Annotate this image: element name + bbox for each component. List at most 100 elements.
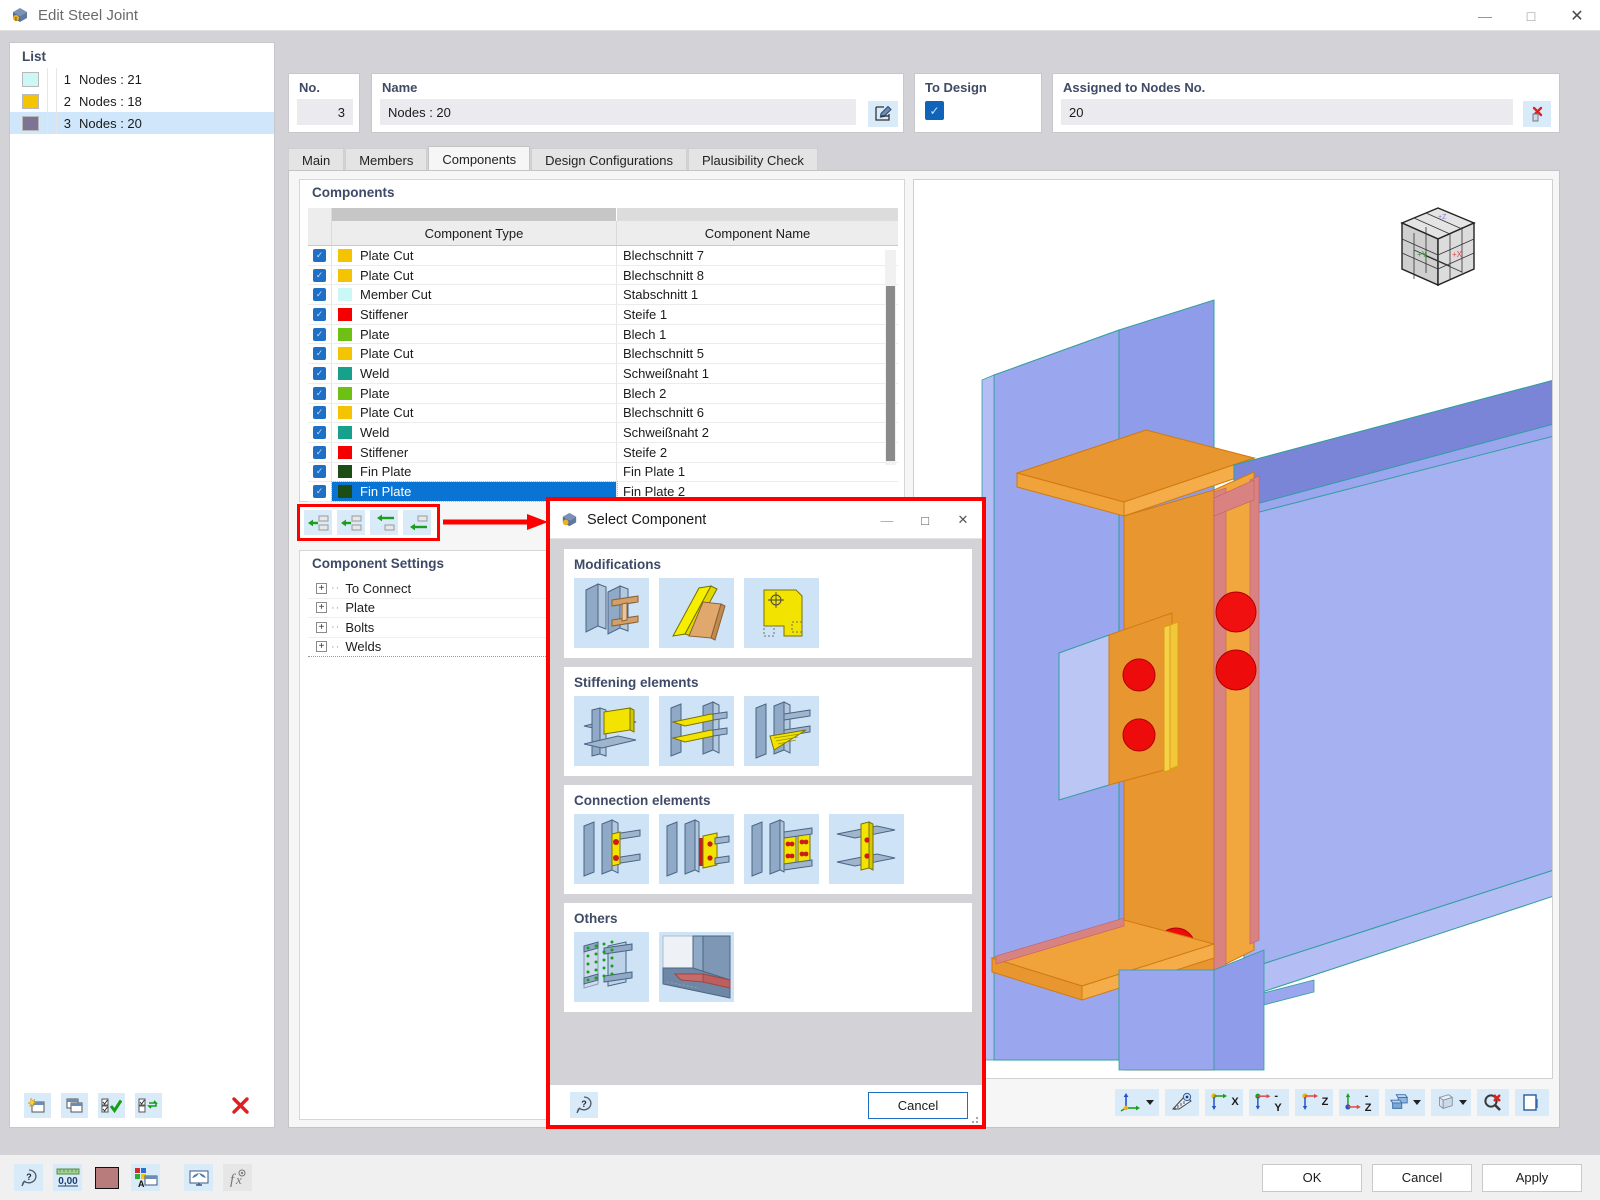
expand-plus-icon[interactable]: + (316, 641, 327, 653)
weld-seam-item[interactable] (659, 932, 734, 1002)
table-row[interactable]: ✓ Plate Cut Blechschnitt 7 (308, 246, 898, 266)
delete-joint-button[interactable] (227, 1093, 254, 1118)
svg-text:+Y: +Y (1417, 250, 1428, 259)
copy-joint-button[interactable] (61, 1092, 88, 1118)
minimize-button[interactable]: — (1462, 0, 1508, 31)
expand-plus-icon[interactable]: + (316, 602, 327, 614)
haunch-item[interactable] (744, 696, 819, 766)
row-checkbox[interactable]: ✓ (308, 265, 332, 285)
view-z-button[interactable]: Z (1295, 1088, 1333, 1116)
fin-plate-item[interactable] (574, 814, 649, 884)
display-properties-button[interactable]: A (131, 1164, 160, 1191)
render-settings-button[interactable] (184, 1164, 213, 1191)
joint-name-input[interactable]: Nodes : 20 (380, 99, 856, 125)
row-checkbox[interactable]: ✓ (308, 403, 332, 423)
tab-plausibility-check[interactable]: Plausibility Check (688, 148, 818, 172)
row-checkbox[interactable]: ✓ (308, 462, 332, 482)
header-component-name[interactable]: Component Name (617, 221, 898, 245)
table-row[interactable]: ✓ Plate Blech 2 (308, 383, 898, 404)
table-row[interactable]: ✓ Stiffener Steife 2 (308, 442, 898, 463)
table-row[interactable]: ✓ Stiffener Steife 1 (308, 305, 898, 325)
tab-components[interactable]: Components (428, 146, 531, 172)
dialog-close-button[interactable]: ✕ (944, 501, 982, 539)
row-checkbox[interactable]: ✓ (308, 246, 332, 265)
row-checkbox[interactable]: ✓ (308, 364, 332, 383)
stiffener-item[interactable] (574, 696, 649, 766)
print-view-button[interactable] (1515, 1088, 1549, 1116)
table-row[interactable]: ✓ Fin Plate Fin Plate 1 (308, 462, 898, 483)
row-checkbox[interactable]: ✓ (308, 285, 332, 305)
resize-grip[interactable] (969, 1112, 979, 1123)
row-checkbox[interactable]: ✓ (308, 305, 332, 324)
edit-pencil-icon[interactable] (868, 101, 898, 127)
table-row[interactable]: ✓ Weld Schweißnaht 1 (308, 364, 898, 384)
joint-list-item[interactable]: 3 Nodes : 20 (10, 112, 274, 134)
tab-main[interactable]: Main (288, 148, 345, 172)
expand-plus-icon[interactable]: + (316, 621, 327, 633)
end-plate-item[interactable] (659, 814, 734, 884)
formula-button[interactable]: f x (223, 1164, 252, 1191)
maximize-button[interactable]: □ (1508, 0, 1554, 31)
table-row[interactable]: ✓ Plate Cut Blechschnitt 5 (308, 344, 898, 365)
select-all-button[interactable] (98, 1092, 125, 1118)
double-stiffener-item[interactable] (659, 696, 734, 766)
joint-list-item[interactable]: 1 Nodes : 21 (10, 68, 274, 90)
dialog-minimize-button[interactable]: — (868, 501, 906, 539)
color-swatch-button[interactable] (92, 1164, 121, 1191)
move-component-first-button[interactable] (304, 510, 332, 535)
table-row[interactable]: ✓ Member Cut Stabschnitt 1 (308, 285, 898, 306)
plate-contour-cut-item[interactable] (744, 578, 819, 648)
move-component-down-button[interactable] (370, 510, 398, 535)
measure-button[interactable] (1165, 1088, 1199, 1116)
header-component-type[interactable]: Component Type (332, 221, 617, 245)
wireframe-button[interactable] (1431, 1088, 1471, 1116)
table-row[interactable]: ✓ Plate Cut Blechschnitt 8 (308, 265, 898, 286)
components-scrollbar[interactable] (885, 250, 896, 465)
joint-list-item[interactable]: 2 Nodes : 18 (10, 90, 274, 112)
coordinate-system-button[interactable] (1115, 1088, 1159, 1116)
component-color-swatch (338, 386, 352, 400)
plate-cut-item[interactable] (659, 578, 734, 648)
ok-button[interactable]: OK (1262, 1163, 1362, 1192)
table-row[interactable]: ✓ Weld Schweißnaht 2 (308, 423, 898, 443)
member-cut-item[interactable] (574, 578, 649, 648)
row-checkbox[interactable]: ✓ (308, 442, 332, 462)
cleat-angle-item[interactable] (829, 814, 904, 884)
dialog-maximize-button[interactable]: □ (906, 501, 944, 539)
move-component-last-button[interactable] (403, 510, 431, 535)
row-checkbox[interactable]: ✓ (308, 482, 332, 501)
expand-plus-icon[interactable]: + (316, 582, 327, 594)
view-x-button[interactable]: X (1205, 1088, 1243, 1116)
zoom-reset-button[interactable] (1477, 1088, 1509, 1116)
assigned-nodes-input[interactable]: 20 (1061, 99, 1513, 125)
view-y-button[interactable]: -Y (1249, 1088, 1289, 1116)
render-mode-button[interactable] (1385, 1088, 1425, 1116)
table-row[interactable]: ✓ Plate Blech 1 (308, 324, 898, 345)
to-design-checkbox[interactable]: ✓ (925, 101, 944, 120)
tab-members[interactable]: Members (345, 148, 428, 172)
help-icon[interactable]: ? (14, 1164, 43, 1191)
units-button[interactable]: 0,00 (53, 1164, 82, 1191)
joint-no-input[interactable]: 3 (297, 99, 353, 125)
close-button[interactable]: ✕ (1554, 0, 1600, 31)
table-row[interactable]: ✓ Plate Cut Blechschnitt 6 (308, 403, 898, 424)
tab-design-configurations[interactable]: Design Configurations (531, 148, 687, 172)
help-icon[interactable]: ? (570, 1092, 598, 1118)
view-negz-button[interactable]: -Z (1339, 1088, 1379, 1116)
delete-red-x-icon[interactable] (1523, 101, 1551, 127)
row-checkbox[interactable]: ✓ (308, 344, 332, 364)
section-others-title: Others (574, 911, 618, 926)
apply-button[interactable]: Apply (1482, 1163, 1582, 1192)
3d-viewport[interactable]: +Y +X +Z Y (913, 179, 1553, 1079)
new-joint-button[interactable] (24, 1092, 51, 1118)
invert-selection-button[interactable] (135, 1092, 162, 1118)
cancel-button[interactable]: Cancel (1372, 1163, 1472, 1192)
dialog-cancel-button[interactable]: Cancel (868, 1091, 968, 1119)
row-checkbox[interactable]: ✓ (308, 383, 332, 403)
scrollbar-thumb[interactable] (886, 286, 895, 461)
row-checkbox[interactable]: ✓ (308, 324, 332, 344)
splice-plate-item[interactable] (744, 814, 819, 884)
row-checkbox[interactable]: ✓ (308, 423, 332, 442)
move-component-up-button[interactable] (337, 510, 365, 535)
surface-mesh-item[interactable] (574, 932, 649, 1002)
